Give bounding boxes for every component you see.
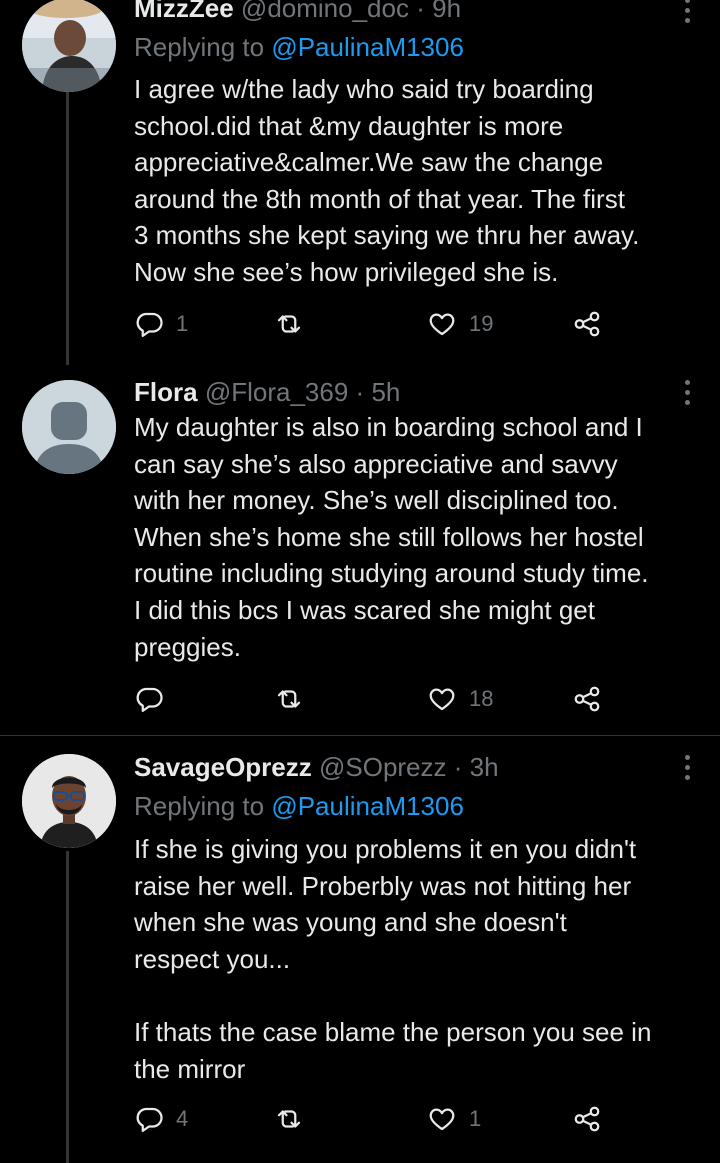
like-button[interactable]: 18 [427, 682, 493, 716]
reply-icon [136, 312, 163, 337]
reply-icon [136, 687, 163, 712]
share-icon [574, 311, 600, 337]
reply-button[interactable] [134, 682, 176, 716]
avatar[interactable] [22, 380, 116, 474]
separator: · [355, 377, 365, 407]
retweet-button[interactable] [274, 682, 316, 716]
retweet-icon [277, 315, 301, 333]
reply-button[interactable]: 4 [134, 1102, 188, 1136]
display-name[interactable]: SavageOprezz [134, 752, 312, 782]
timestamp[interactable]: 5h [371, 377, 400, 407]
like-count: 18 [469, 686, 494, 711]
tweet-actions: 18 [134, 682, 614, 716]
reply-count: 4 [176, 1106, 189, 1131]
like-button[interactable]: 1 [427, 1102, 481, 1136]
timestamp[interactable]: 9h [432, 0, 461, 23]
separator: · [453, 752, 463, 782]
share-button[interactable] [572, 1102, 602, 1136]
thread-line [66, 851, 69, 1163]
share-icon [574, 1106, 600, 1132]
tweet-mizzzee[interactable]: MizzZee @domino_doc · 9h Replying to @Pa… [0, 0, 720, 365]
avatar-photo [22, 0, 116, 92]
timestamp[interactable]: 3h [470, 752, 499, 782]
user-handle[interactable]: @Flora_369 [205, 377, 348, 407]
like-count: 19 [469, 311, 494, 336]
separator: · [416, 0, 425, 23]
tweet-text: My daughter is also in boarding school a… [134, 412, 649, 662]
replying-prefix: Replying to [134, 791, 272, 821]
replying-to: Replying to @PaulinaM1306 [134, 790, 464, 822]
user-handle[interactable]: @domino_doc [241, 0, 409, 23]
replying-to: Replying to @PaulinaM1306 [134, 31, 464, 63]
heart-icon [429, 688, 455, 711]
avatar-photo [22, 754, 116, 848]
more-options-icon[interactable] [684, 380, 692, 410]
retweet-button[interactable] [274, 1102, 316, 1136]
heart-icon [429, 313, 455, 336]
tweet-text: If she is giving you problems it en you … [134, 834, 652, 1084]
tweet-actions: 4 1 [134, 1102, 614, 1136]
share-icon [574, 686, 600, 712]
heart-icon [429, 1108, 455, 1131]
more-options-icon[interactable] [684, 755, 692, 785]
replying-prefix: Replying to [134, 32, 272, 62]
thread-line [66, 92, 69, 365]
share-button[interactable] [572, 682, 602, 716]
reply-icon [136, 1107, 163, 1132]
like-button[interactable]: 19 [427, 307, 493, 341]
avatar[interactable] [22, 754, 116, 848]
default-avatar-icon [22, 380, 116, 474]
tweet-actions: 1 19 [134, 307, 614, 341]
reply-count: 1 [176, 311, 189, 336]
tweet-text: I agree w/the lady who said try boarding… [134, 74, 640, 287]
more-options-icon[interactable] [684, 0, 692, 28]
reply-button[interactable]: 1 [134, 307, 188, 341]
tweet-header: Flora @Flora_369 · 5h [134, 377, 400, 407]
avatar[interactable] [22, 0, 116, 92]
retweet-button[interactable] [274, 307, 316, 341]
retweet-icon [277, 690, 301, 708]
retweet-icon [277, 1110, 301, 1128]
tweet-header: MizzZee @domino_doc · 9h [134, 0, 461, 23]
like-count: 1 [469, 1106, 482, 1131]
tweet-savageoprezz[interactable]: SavageOprezz @SOprezz · 3h Replying to @… [0, 736, 720, 1163]
tweet-header: SavageOprezz @SOprezz · 3h [134, 752, 499, 782]
share-button[interactable] [572, 307, 602, 341]
display-name[interactable]: MizzZee [134, 0, 234, 23]
display-name[interactable]: Flora [134, 377, 198, 407]
user-handle[interactable]: @SOprezz [319, 752, 447, 782]
replying-to-mention[interactable]: @PaulinaM1306 [271, 32, 464, 62]
replying-to-mention[interactable]: @PaulinaM1306 [271, 791, 464, 821]
tweet-flora[interactable]: Flora @Flora_369 · 5h My daughter is als… [0, 365, 720, 735]
